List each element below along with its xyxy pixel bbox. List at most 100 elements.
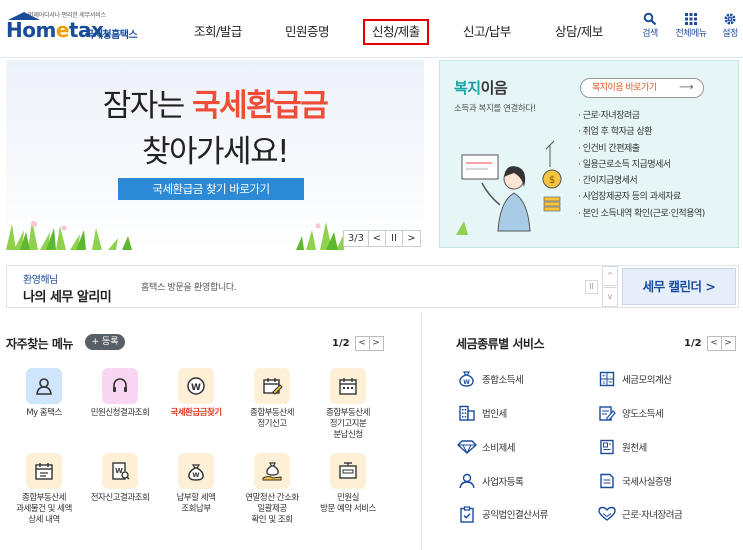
frequent-item-visit-reservation[interactable]: 민원실 방문 예약 서비스 <box>306 453 390 515</box>
search-icon <box>633 12 667 28</box>
diamond-icon <box>456 437 478 457</box>
notifier-up-button[interactable]: ^ <box>602 266 618 286</box>
notifier-down-button[interactable]: v <box>602 287 618 307</box>
calculator-icon: + - x = <box>596 369 618 389</box>
receipt-icon <box>596 437 618 457</box>
tax-service-withholding[interactable]: 원천세 <box>596 437 647 457</box>
nav-consult-report[interactable]: 상담/제보 <box>555 19 603 45</box>
tax-service-capital-gains[interactable]: 양도소득세 <box>596 403 664 423</box>
nav-report-pay[interactable]: 신고/납부 <box>463 19 511 45</box>
woman-with-coins-illustration-icon: $ <box>456 140 562 235</box>
reservation-icon <box>330 453 366 489</box>
find-refund-button[interactable]: 국세환급금 찾기 바로가기 <box>118 178 304 200</box>
svg-text:W: W <box>463 379 470 386</box>
banner-prev-button[interactable]: < <box>369 231 386 246</box>
banner-controls: 3/3 < II > <box>342 230 421 247</box>
nav-inquiry-issue[interactable]: 조회/발급 <box>194 19 242 45</box>
tax-service-public-interest-report[interactable]: 공익법인결산서류 <box>456 504 548 524</box>
notifier-message[interactable]: 홈택스 방문을 환영합니다. <box>141 280 237 293</box>
welfare-item[interactable]: 근로·자녀장려금 <box>578 108 705 124</box>
tax-notifier-bar: 환영해님 나의 세무 알리미 홈택스 방문을 환영합니다. II ^ v 세무 … <box>6 265 739 308</box>
refund-banner[interactable]: 잠자는 국세환급금 찾아가세요! 국세환급금 찾기 바로가기 3/3 < II … <box>6 60 424 250</box>
nav-civil-certificate[interactable]: 민원증명 <box>285 19 330 45</box>
frequent-item-property-tax-detail[interactable]: 종합부동산세 과세물건 및 세액 상세 내역 <box>2 453 86 526</box>
svg-text:W: W <box>191 383 201 393</box>
frequent-item-property-tax-filing[interactable]: 종합부동산세 정기신고 <box>230 368 314 430</box>
tax-service-simulation[interactable]: + - x = 세금모의계산 <box>596 369 672 389</box>
frequent-next-button[interactable]: > <box>368 335 384 351</box>
welfare-title: 복지이음 <box>454 79 508 97</box>
notifier-title: 나의 세무 알리미 <box>23 290 112 305</box>
notifier-pause-button[interactable]: II <box>585 280 598 294</box>
frequent-item-refund-finder[interactable]: W 국세환급금찾기 <box>154 368 238 419</box>
top-header: 언제어디서나 편리한 세무서비스 Hometax. 국세청홈택스 조회/발급 민… <box>0 0 743 58</box>
tax-services-pager: 1/2 < > <box>684 335 736 351</box>
svg-text:W: W <box>192 471 199 479</box>
settings-label: 설정 <box>722 29 738 39</box>
logo-subtitle: 국세청홈택스 <box>85 30 138 41</box>
money-bag-hand-icon <box>254 453 290 489</box>
banner-next-button[interactable]: > <box>403 231 420 246</box>
welfare-item[interactable]: 본인 소득내역 확인(근로·인적용역) <box>578 206 706 222</box>
tax-service-corporate[interactable]: 법인세 <box>456 403 507 423</box>
frequent-item-civil-result[interactable]: 민원신청결과조회 <box>78 368 162 419</box>
tax-service-earned-income-credit[interactable]: 근로·자녀장려금 <box>596 504 683 524</box>
tax-services-page-indicator: 1/2 <box>684 337 702 349</box>
welfare-shortcut-button[interactable]: 복지이음 바로가기 ⟶ <box>580 78 704 98</box>
nav-apply-submit[interactable]: 신청/제출 <box>363 19 429 45</box>
person-register-icon <box>456 471 478 491</box>
refund-coin-icon: W <box>178 368 214 404</box>
frequent-item-e-filing-result[interactable]: W 전자신고결과조회 <box>78 453 162 504</box>
money-bag-icon: W <box>456 369 478 389</box>
user-icon <box>26 368 62 404</box>
money-bag-icon: W <box>178 453 214 489</box>
settings-button[interactable]: 설정 <box>713 12 743 40</box>
frequent-item-tax-payment[interactable]: W 납부할 세액 조회납부 <box>154 453 238 515</box>
search-button[interactable]: 검색 <box>633 12 667 40</box>
frequent-item-my-hometax[interactable]: My 홈택스 <box>2 368 86 419</box>
banner-pause-button[interactable]: II <box>386 231 403 246</box>
welfare-item[interactable]: 간이지급명세서 <box>578 173 705 189</box>
tax-services-title: 세금종류별 서비스 <box>456 337 545 351</box>
welfare-item[interactable]: 인건비 간편제출 <box>578 141 705 157</box>
calendar-edit-icon <box>254 368 290 404</box>
welfare-item[interactable]: 일용근로소득 지급명세서 <box>578 157 705 173</box>
tax-service-consumption[interactable]: 소비제세 <box>456 437 515 457</box>
hometax-logo[interactable]: 언제어디서나 편리한 세무서비스 Hometax. 국세청홈택스 <box>6 10 156 50</box>
all-menu-button[interactable]: 전체메뉴 <box>674 12 708 40</box>
frequent-item-year-end-settlement[interactable]: 연말정산 간소화 일괄제공 확인 및 조회 <box>230 453 314 526</box>
certificate-icon <box>596 471 618 491</box>
welfare-subtitle: 소득과 복지를 연결하다! <box>454 104 536 114</box>
svg-text:x: x <box>602 380 605 386</box>
calendar-icon <box>330 368 366 404</box>
clipboard-check-icon <box>456 504 478 524</box>
arrow-right-icon: ⟶ <box>679 82 693 93</box>
banner-headline: 잠자는 국세환급금 <box>102 88 329 124</box>
tax-service-fact-certificate[interactable]: 국세사실증명 <box>596 471 672 491</box>
welfare-link-panel: 복지이음 소득과 복지를 연결하다! 복지이음 바로가기⟶ 근로·자녀장려금 취… <box>439 60 739 248</box>
tax-service-comprehensive-income[interactable]: W 종합소득세 <box>456 369 524 389</box>
tax-services-prev-button[interactable]: < <box>706 335 722 351</box>
headset-icon <box>102 368 138 404</box>
frequent-item-property-tax-installment[interactable]: 종합부동산세 정기고지분 분납신청 <box>306 368 390 441</box>
tax-services-next-button[interactable]: > <box>720 335 736 351</box>
svg-text:$: $ <box>549 175 555 186</box>
calendar-list-icon <box>26 453 62 489</box>
register-menu-button[interactable]: + 등록 <box>85 334 125 350</box>
tax-calendar-button[interactable]: 세무 캘린더 > <box>622 268 736 305</box>
frequent-prev-button[interactable]: < <box>354 335 370 351</box>
document-search-icon: W <box>102 453 138 489</box>
gear-icon <box>713 12 743 28</box>
grid-menu-icon <box>674 12 708 28</box>
banner-headline-2: 찾아가세요! <box>141 134 290 170</box>
svg-text:-: - <box>609 373 611 379</box>
welfare-item[interactable]: 사업장제공자 등의 과세자료 <box>578 189 705 205</box>
frequent-page-indicator: 1/2 <box>332 337 350 349</box>
all-menu-label: 전체메뉴 <box>675 29 707 39</box>
welfare-item[interactable]: 취업 후 학자금 상환 <box>578 124 705 140</box>
welfare-service-list: 근로·자녀장려금 취업 후 학자금 상환 인건비 간편제출 일용근로소득 지급명… <box>578 108 706 222</box>
svg-text:+: + <box>602 373 606 379</box>
search-label: 검색 <box>642 29 658 39</box>
svg-text:=: = <box>608 380 612 386</box>
tax-service-business-registration[interactable]: 사업자등록 <box>456 471 524 491</box>
